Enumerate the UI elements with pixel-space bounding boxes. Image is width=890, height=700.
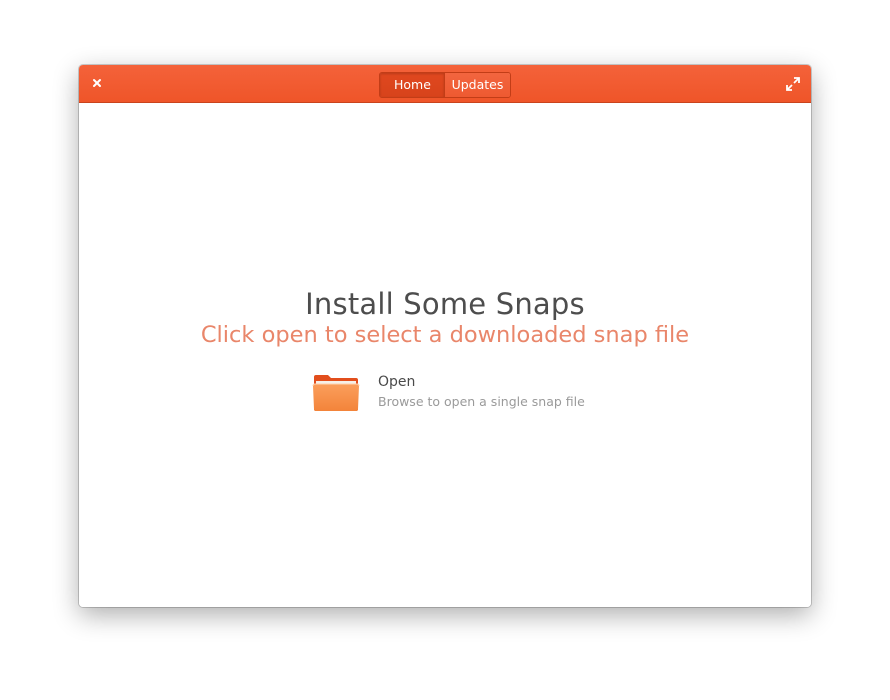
- maximize-icon: [786, 77, 800, 91]
- tab-home[interactable]: Home: [380, 73, 445, 97]
- folder-icon: [312, 375, 360, 411]
- close-button[interactable]: [89, 75, 105, 91]
- title-bar: Home Updates: [79, 65, 811, 103]
- tab-updates[interactable]: Updates: [445, 73, 510, 97]
- open-label: Open: [378, 374, 416, 390]
- welcome-view: Install Some Snaps Click open to select …: [79, 103, 811, 607]
- view-switcher: Home Updates: [379, 72, 511, 98]
- open-description: Browse to open a single snap file: [378, 394, 585, 409]
- open-button[interactable]: Open Browse to open a single snap file: [310, 373, 590, 417]
- app-window: Home Updates Install Some Snaps Click op…: [79, 65, 811, 607]
- close-icon: [93, 79, 101, 87]
- maximize-button[interactable]: [785, 76, 801, 92]
- page-subtitle: Click open to select a downloaded snap f…: [200, 322, 690, 348]
- page-title: Install Some Snaps: [305, 287, 585, 321]
